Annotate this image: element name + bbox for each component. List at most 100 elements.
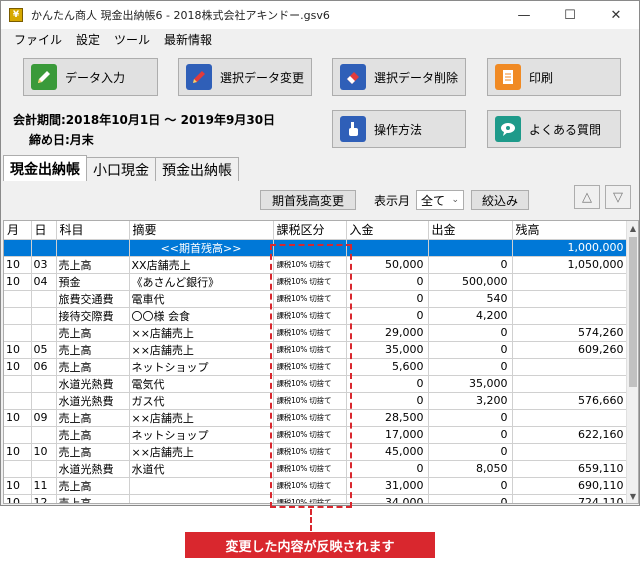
withdrawal-cell: 4,200 [428,307,513,325]
column-header[interactable]: 日 [31,221,57,240]
memo-cell: ××店舗売上 [129,409,274,427]
balance-cell: 1,050,000 [512,256,629,274]
data-entry-button[interactable]: データ入力 [23,58,158,96]
account-cell: 水道光熱費 [56,460,130,478]
balance-cell: 574,260 [512,324,629,342]
column-header[interactable]: 出金 [428,221,513,240]
day-cell: 05 [31,341,57,359]
deposit-cell: 5,600 [346,358,429,376]
filter-button[interactable]: 絞込み [471,190,530,210]
memo-cell: XX店舗売上 [129,256,274,274]
deposit-cell: 28,500 [346,409,429,427]
scroll-thumb[interactable] [629,237,637,387]
month-cell: 10 [4,256,32,274]
day-cell [31,426,57,444]
deposit-cell: 29,000 [346,324,429,342]
menu-settings[interactable]: 設定 [69,31,107,48]
menu-file[interactable]: ファイル [7,31,69,48]
delete-selected-button[interactable]: 選択データ削除 [332,58,466,96]
deposit-cell: 0 [346,392,429,410]
withdrawal-cell: 540 [428,290,513,308]
hand-pointer-icon [340,116,366,142]
column-header[interactable]: 入金 [346,221,429,240]
balance-cell [512,273,629,291]
tax-column-highlight [270,244,352,508]
column-header[interactable]: 月 [4,221,32,240]
move-up-button[interactable]: △ [574,185,600,209]
menu-latest-info[interactable]: 最新情報 [157,31,219,48]
account-cell: 預金 [56,273,130,291]
faq-label: よくある質問 [529,122,602,137]
month-cell: 10 [4,273,32,291]
withdrawal-cell: 35,000 [428,375,513,393]
account-cell: 売上高 [56,409,130,427]
day-cell: 04 [31,273,57,291]
withdrawal-cell: 0 [428,341,513,359]
display-month-select[interactable]: 全て ⌄ [416,190,465,210]
memo-cell: ネットショップ [129,426,274,444]
ledger-tabs: 現金出納帳 小口現金 預金出納帳 [3,155,239,181]
day-cell: 09 [31,409,57,427]
month-cell: 10 [4,494,32,503]
deposit-cell: 35,000 [346,341,429,359]
day-cell [31,392,57,410]
grid-header-row: 月 日 科目 摘要 課税区分 入金 出金 残高 [4,221,629,240]
account-cell: 売上高 [56,494,130,503]
opening-balance-button[interactable]: 期首残高変更 [260,190,356,210]
account-cell: 売上高 [56,341,130,359]
deposit-cell: 45,000 [346,443,429,461]
menu-tools[interactable]: ツール [107,31,157,48]
account-cell: 売上高 [56,443,130,461]
edit-selected-button[interactable]: 選択データ変更 [178,58,312,96]
month-cell [4,392,32,410]
deposit-cell: 0 [346,375,429,393]
print-label: 印刷 [529,70,554,85]
withdrawal-cell: 3,200 [428,392,513,410]
tab-deposit-ledger[interactable]: 預金出納帳 [155,157,239,181]
callout-leader-line [310,509,312,531]
edit-pencil-icon [186,64,212,90]
day-cell [31,290,57,308]
close-button[interactable]: ✕ [593,1,639,29]
menu-bar: ファイル 設定 ツール 最新情報 [1,29,639,49]
memo-cell: 〇〇様 会食 [129,307,274,325]
how-to-button[interactable]: 操作方法 [332,110,466,148]
month-cell [4,460,32,478]
withdrawal-cell: 0 [428,324,513,342]
pencil-icon [31,64,57,90]
account-cell: 接待交際費 [56,307,130,325]
print-button[interactable]: 印刷 [487,58,621,96]
move-down-button[interactable]: ▽ [605,185,631,209]
scroll-up-icon[interactable]: ▲ [627,221,638,235]
deposit-cell: 0 [346,460,429,478]
minimize-button[interactable]: — [501,1,547,29]
day-cell: 11 [31,477,57,495]
maximize-button[interactable]: ☐ [547,1,593,29]
column-header[interactable]: 課税区分 [273,221,347,240]
day-cell: 06 [31,358,57,376]
column-header[interactable]: 科目 [56,221,130,240]
withdrawal-cell: 500,000 [428,273,513,291]
account-cell: 売上高 [56,324,130,342]
memo-cell: ××店舗売上 [129,341,274,359]
withdrawal-cell: 0 [428,494,513,503]
vertical-scrollbar[interactable]: ▲ ▼ [626,221,638,503]
tab-cash-ledger[interactable]: 現金出納帳 [3,155,87,181]
balance-cell: 724,110 [512,494,629,503]
tab-petty-cash[interactable]: 小口現金 [86,157,156,181]
memo-cell: 《あさんど銀行》 [129,273,274,291]
memo-cell: ネットショップ [129,358,274,376]
memo-cell: ××店舗売上 [129,324,274,342]
column-header[interactable]: 摘要 [129,221,274,240]
balance-cell: 659,110 [512,460,629,478]
account-cell: 売上高 [56,256,130,274]
scroll-down-icon[interactable]: ▼ [627,489,638,503]
withdrawal-cell: 0 [428,256,513,274]
print-document-icon [495,64,521,90]
memo-cell [129,477,274,495]
faq-button[interactable]: よくある質問 [487,110,621,148]
column-header[interactable]: 残高 [512,221,629,240]
filter-toolbar: 期首残高変更 表示月 全て ⌄ 絞込み [260,189,530,211]
day-cell [31,460,57,478]
memo-cell [129,494,274,503]
